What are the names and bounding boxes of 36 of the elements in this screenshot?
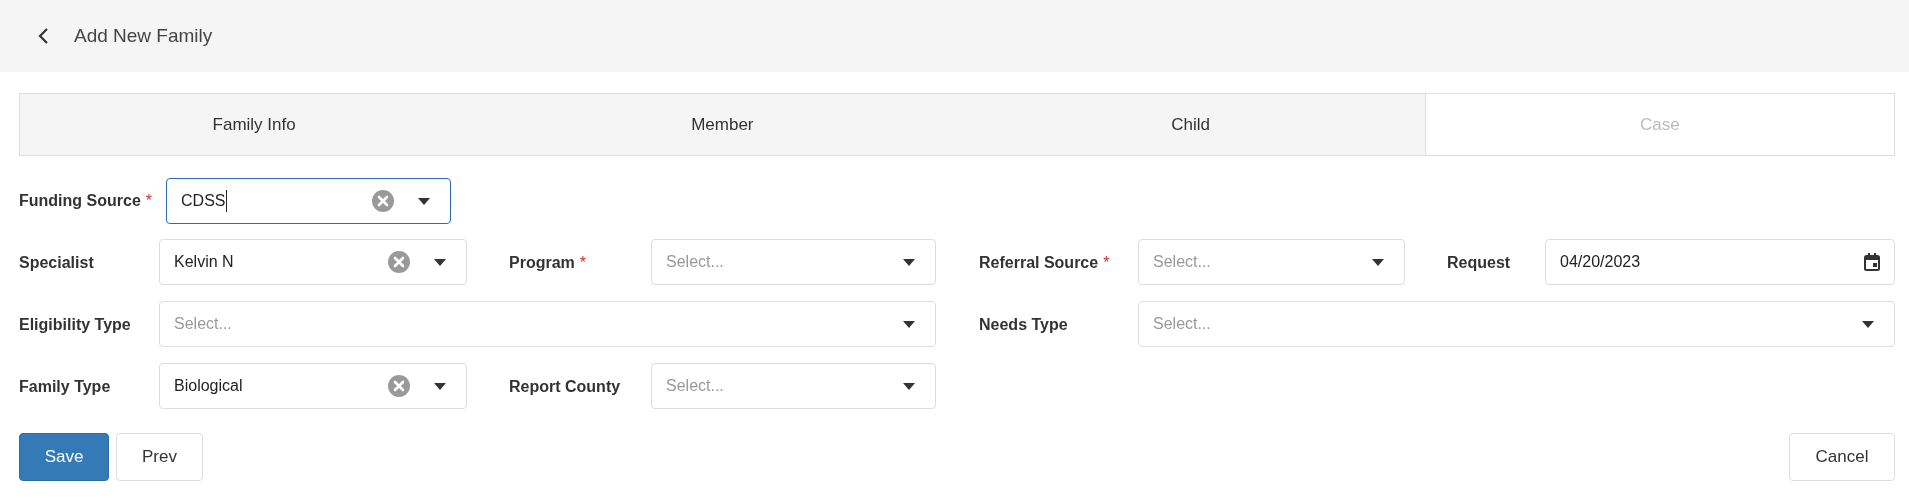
field-label: Specialist [19, 254, 94, 272]
funding-source-select[interactable]: CDSS [166, 178, 451, 224]
field-label: Referral Source [979, 254, 1099, 272]
caret-icon [1862, 320, 1874, 328]
caret-icon [903, 320, 915, 328]
clear-icon[interactable] [388, 251, 410, 273]
back-icon[interactable] [38, 27, 49, 45]
save-button[interactable]: Save [19, 433, 109, 481]
clear-icon[interactable] [372, 190, 394, 212]
caret-icon [903, 258, 915, 266]
clear-icon[interactable] [388, 375, 410, 397]
required-marker: * [1103, 254, 1110, 272]
field-label: Eligibility Type [19, 316, 131, 334]
field-label: Report County [509, 378, 621, 396]
field-label: Program [509, 254, 575, 272]
calendar-icon[interactable] [1864, 253, 1880, 271]
tab[interactable]: Child [956, 94, 1425, 155]
caret-icon [903, 382, 915, 390]
tab[interactable]: Member [488, 94, 957, 155]
field-label: Funding Source [19, 192, 141, 210]
caret-icon [434, 382, 446, 390]
cancel-button[interactable]: Cancel [1789, 433, 1895, 481]
caret-icon [418, 197, 430, 205]
date-field[interactable]: 04/20/2023 [1545, 239, 1895, 285]
prev-button[interactable]: Prev [116, 433, 203, 481]
field-label: Needs Type [979, 316, 1068, 334]
caret-icon [434, 258, 446, 266]
required-marker: * [579, 254, 587, 272]
select-field[interactable]: Biological [159, 363, 467, 409]
caret-icon [1372, 258, 1384, 266]
field-label: Family Type [19, 378, 111, 396]
select-field[interactable]: Kelvin N [159, 239, 467, 285]
required-marker: * [145, 192, 152, 210]
page-title: Add New Family [74, 25, 213, 47]
field-label: Request [1447, 254, 1511, 272]
tab[interactable]: Family Info [20, 94, 489, 155]
